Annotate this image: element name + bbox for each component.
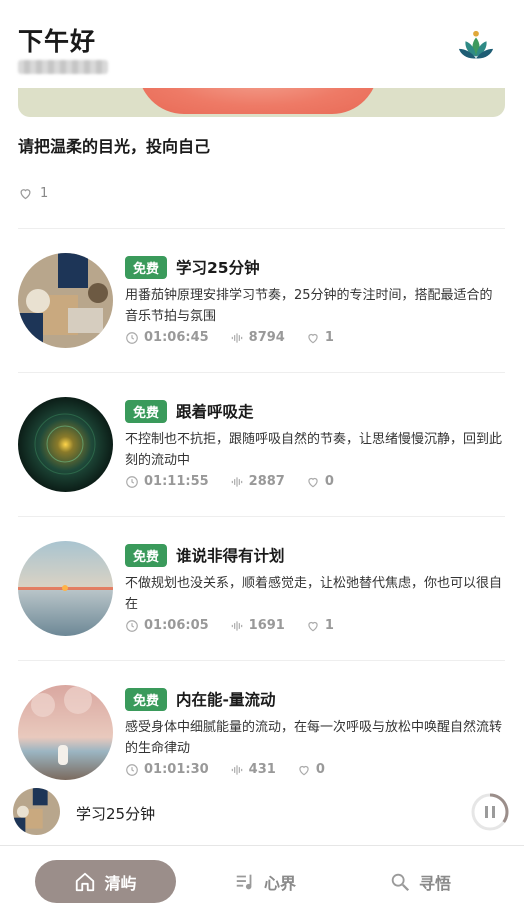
duration-stat: 01:06:45 — [125, 330, 209, 345]
divider — [18, 228, 505, 229]
like-button[interactable]: 1 — [306, 330, 334, 345]
duration-stat: 01:11:55 — [125, 474, 209, 489]
like-button[interactable]: 1 — [306, 618, 334, 633]
track-likes: 1 — [324, 330, 334, 345]
duration-stat: 01:06:05 — [125, 618, 209, 633]
pause-icon — [485, 806, 488, 818]
home-icon — [76, 872, 95, 891]
clock-icon — [126, 763, 138, 776]
track-duration: 01:11:55 — [144, 474, 209, 489]
divider — [18, 372, 505, 373]
like-button[interactable]: 0 — [306, 474, 334, 489]
soundwave-icon — [231, 764, 242, 775]
soundwave-icon — [231, 332, 242, 343]
featured-quote: 请把温柔的目光，投向自己 — [18, 137, 211, 156]
track-title: 谁说非得有计划 — [176, 547, 285, 565]
track-item[interactable]: 免费 谁说非得有计划 不做规划也没关系，顺着感觉走，让松弛替代焦虑，你也可以很自… — [18, 541, 505, 641]
track-cover-image — [18, 541, 113, 636]
duration-stat: 01:01:30 — [125, 762, 209, 777]
clock-icon — [126, 475, 138, 488]
heart-icon — [308, 621, 318, 631]
track-plays: 1691 — [248, 618, 285, 633]
free-badge: 免费 — [125, 687, 168, 711]
bottom-tab-bar: 清屿 心界 寻悟 — [0, 845, 524, 906]
track-plays: 2887 — [248, 474, 285, 489]
track-title: 跟着呼吸走 — [176, 403, 254, 421]
free-badge: 免费 — [125, 255, 168, 279]
divider — [18, 516, 505, 517]
heart-icon — [299, 765, 309, 775]
like-button[interactable]: 0 — [297, 762, 325, 777]
heart-icon — [20, 189, 31, 200]
track-description: 不控制也不抗拒，跟随呼吸自然的节奏，让思绪慢慢沉静，回到此刻的流动中 — [125, 432, 503, 468]
free-badge: 免费 — [125, 543, 168, 567]
tab-label: 清屿 — [104, 873, 137, 893]
featured-like-count: 1 — [40, 186, 49, 201]
track-description: 不做规划也没关系，顺着感觉走，让松弛替代焦虑，你也可以很自在 — [125, 576, 503, 612]
lotus-logo-icon — [458, 30, 494, 59]
mini-player[interactable]: 学习25分钟 — [0, 783, 524, 845]
track-cover-image — [18, 397, 113, 492]
plays-stat: 1691 — [230, 618, 285, 633]
track-item[interactable]: 免费 学习25分钟 用番茄钟原理安排学习节奏，25分钟的专注时间，搭配最适合的音… — [18, 253, 505, 353]
featured-banner-image[interactable] — [18, 88, 505, 117]
track-title: 内在能-量流动 — [176, 691, 276, 709]
greeting-title: 下午好 — [18, 27, 97, 56]
track-likes: 0 — [324, 474, 334, 489]
tab-music[interactable]: 心界 — [200, 860, 330, 903]
soundwave-icon — [231, 476, 242, 487]
track-item[interactable]: 免费 跟着呼吸走 不控制也不抗拒，跟随呼吸自然的节奏，让思绪慢慢沉静，回到此刻的… — [18, 397, 505, 497]
soundwave-icon — [231, 620, 242, 631]
clock-icon — [126, 331, 138, 344]
plays-stat: 2887 — [230, 474, 285, 489]
heart-icon — [308, 477, 318, 487]
search-icon — [391, 873, 410, 891]
tab-home[interactable]: 清屿 — [35, 860, 176, 903]
username-blurred — [18, 60, 108, 74]
track-cover-image — [18, 685, 113, 780]
player-title: 学习25分钟 — [76, 805, 156, 823]
track-title: 学习25分钟 — [176, 259, 260, 277]
track-description: 感受身体中细腻能量的流动，在每一次呼吸与放松中唤醒自然流转的生命律动 — [125, 720, 503, 756]
track-plays: 8794 — [248, 330, 285, 345]
tab-label: 心界 — [263, 873, 296, 893]
plays-stat: 8794 — [230, 330, 285, 345]
free-badge: 免费 — [125, 399, 168, 423]
track-duration: 01:06:05 — [144, 618, 209, 633]
track-likes: 0 — [315, 762, 325, 777]
track-duration: 01:01:30 — [144, 762, 209, 777]
track-item[interactable]: 免费 内在能-量流动 感受身体中细腻能量的流动，在每一次呼吸与放松中唤醒自然流转… — [18, 685, 505, 785]
track-duration: 01:06:45 — [144, 330, 209, 345]
heart-icon — [308, 333, 318, 343]
featured-like-button[interactable]: 1 — [18, 186, 48, 201]
pause-button[interactable] — [470, 792, 510, 832]
track-plays: 431 — [248, 762, 276, 777]
track-description: 用番茄钟原理安排学习节奏，25分钟的专注时间，搭配最适合的音乐节拍与氛围 — [125, 288, 493, 324]
player-cover-image — [13, 788, 60, 835]
clock-icon — [126, 619, 138, 632]
music-icon — [236, 874, 252, 889]
tab-search[interactable]: 寻悟 — [355, 860, 485, 903]
plays-stat: 431 — [230, 762, 276, 777]
divider — [18, 660, 505, 661]
tab-label: 寻悟 — [418, 873, 451, 893]
track-likes: 1 — [324, 618, 334, 633]
track-cover-image — [18, 253, 113, 348]
